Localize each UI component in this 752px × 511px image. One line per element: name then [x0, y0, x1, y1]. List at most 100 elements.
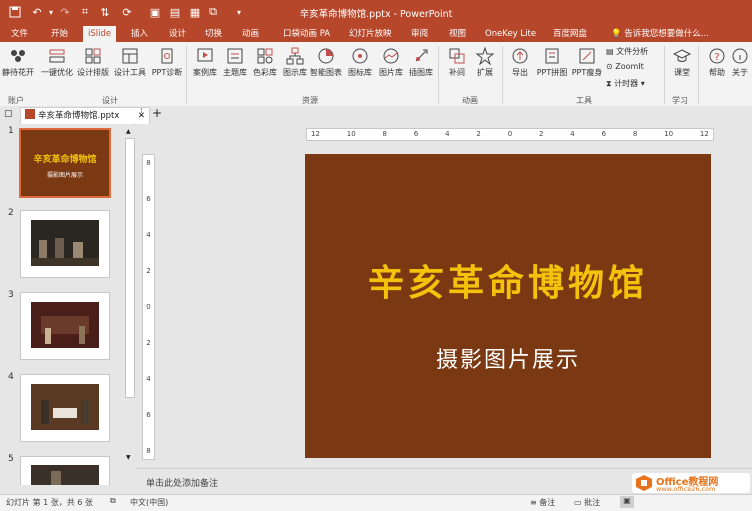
thumbnail-slide-4[interactable]	[20, 374, 110, 442]
thumbnail-number: 2	[8, 208, 14, 218]
ruler-tick: 8	[632, 130, 638, 138]
tween-icon	[449, 48, 465, 64]
ruler-tick: 4	[570, 130, 575, 138]
ruler-tick: 10	[664, 130, 674, 138]
ruler-tick: 4	[146, 375, 151, 383]
tab-baidu[interactable]: 百度网盘	[548, 26, 592, 42]
lightbulb-icon: 💡	[611, 29, 622, 39]
timer-item[interactable]: ⧗ 计时器 ▾	[606, 78, 645, 89]
about-button[interactable]: 关于	[728, 45, 752, 78]
normal-view-icon[interactable]: ▣	[620, 496, 634, 508]
export-button[interactable]: 导出	[503, 45, 537, 78]
file-analysis-item[interactable]: ▤ 文件分析	[606, 46, 648, 57]
slide-canvas[interactable]: 辛亥革命博物馆 摄影图片展示	[305, 154, 711, 458]
spellcheck-icon[interactable]: ⧉	[110, 496, 116, 506]
theme-library-button[interactable]: 主题库	[218, 45, 252, 78]
one-click-optimize-button[interactable]: 一键优化	[40, 45, 74, 78]
tab-view[interactable]: 视图	[444, 26, 471, 42]
flower-icon	[11, 50, 25, 62]
smart-chart-button[interactable]: 智能图表	[309, 45, 343, 78]
button-label: 静待花开	[2, 68, 34, 77]
ruler-tick: 4	[146, 231, 151, 239]
item-label: ZoomIt	[615, 62, 644, 71]
collage-icon	[545, 48, 559, 64]
tab-design[interactable]: 设计	[164, 26, 191, 42]
diagram-library-button[interactable]: 图示库	[278, 45, 312, 78]
button-label: 设计工具	[114, 68, 146, 77]
ppt-collage-button[interactable]: PPT拼图	[535, 45, 569, 78]
tab-slideshow[interactable]: 幻灯片放映	[344, 26, 397, 42]
image-library-button[interactable]: 图片库	[374, 45, 408, 78]
scroll-up-icon[interactable]: ▲	[126, 128, 131, 135]
museum-photo-image	[31, 465, 99, 485]
window-title: 辛亥革命博物馆.pptx - PowerPoint	[299, 9, 453, 20]
new-document-icon[interactable]: ▢	[4, 109, 13, 119]
slide-title[interactable]: 辛亥革命博物馆	[305, 254, 711, 306]
design-layout-button[interactable]: 设计排版	[76, 45, 110, 78]
comment-icon: ▭	[574, 498, 582, 507]
tab-animations[interactable]: 动画	[237, 26, 264, 42]
ruler-tick: 2	[146, 267, 151, 275]
group-divider	[698, 46, 699, 104]
button-label: 图标库	[348, 68, 372, 77]
diagnosis-icon	[161, 48, 173, 64]
button-label: 主题库	[223, 68, 247, 77]
thumbnail-slide-2[interactable]	[20, 210, 110, 278]
slide-count: 幻灯片 第 1 张，共 6 张	[6, 498, 93, 507]
zoomit-item[interactable]: ⊙ ZoomIt	[606, 62, 644, 71]
design-tools-button[interactable]: 设计工具	[113, 45, 147, 78]
tell-me-box[interactable]: 💡 告诉我您想要做什么...	[606, 26, 714, 42]
ppt-slim-button[interactable]: PPT瘦身	[570, 45, 604, 78]
watermark-logo: Office教程网 www.office26.com	[632, 473, 750, 493]
thumbnail-slide-1[interactable]: 辛亥革命博物馆 摄影图片展示	[19, 128, 111, 198]
tab-pocket-animation[interactable]: 口袋动画 PA	[278, 26, 335, 42]
button-label: 导出	[512, 68, 528, 77]
tab-insert[interactable]: 插入	[126, 26, 153, 42]
ruler-tick: 10	[346, 130, 356, 138]
thumbnail-subtitle: 摄影图片展示	[46, 172, 83, 179]
thumbnail-number: 4	[8, 372, 14, 382]
thumbnail-slide-3[interactable]	[20, 292, 110, 360]
document-tab-label: 辛亥革命博物馆.pptx	[38, 111, 120, 121]
icon-library-button[interactable]: 图标库	[343, 45, 377, 78]
button-label: 关于	[732, 68, 748, 77]
group-label-tools: 工具	[576, 96, 592, 105]
scroll-thumb[interactable]	[125, 138, 135, 398]
slide-subtitle[interactable]: 摄影图片展示	[305, 342, 711, 374]
ruler-tick: 2	[146, 339, 151, 347]
document-tab[interactable]: 辛亥革命博物馆.pptx ✕	[20, 107, 150, 124]
icon-library-icon	[352, 48, 368, 64]
color-library-button[interactable]: 色彩库	[248, 45, 282, 78]
tab-onekey[interactable]: OneKey Lite	[480, 26, 541, 42]
classroom-button[interactable]: 课堂	[665, 45, 699, 78]
pie-chart-icon	[318, 48, 334, 64]
layout-grid-icon	[85, 48, 101, 64]
title-bar: ↶ ▾ ↷ ⌗ ⇅ ⟳ ▣ ▤ ▦ ⧉ ▾ 辛亥革命博物馆.pptx - Pow…	[0, 0, 752, 24]
language-indicator[interactable]: 中文(中国)	[130, 497, 168, 508]
group-label-animation: 动画	[462, 96, 478, 105]
illustration-library-button[interactable]: 插图库	[404, 45, 438, 78]
svg-text:?: ?	[714, 52, 719, 63]
image-library-icon	[383, 48, 399, 64]
tab-home[interactable]: 开始	[46, 26, 73, 42]
button-label: 一键优化	[41, 68, 73, 77]
jingdai-huakai-button[interactable]: 静待花开	[1, 45, 35, 78]
notes-pane[interactable]: 单击此处添加备注 Office教程网 www.office26.com	[136, 468, 752, 495]
scroll-down-icon[interactable]: ▼	[126, 454, 131, 461]
thumbnail-scrollbar[interactable]: ▲ ▼	[124, 126, 135, 466]
comments-toggle[interactable]: ▭ 批注	[574, 497, 600, 508]
tab-list-icon[interactable]: ⋮	[137, 108, 146, 118]
tab-transitions[interactable]: 切换	[200, 26, 227, 42]
button-label: 色彩库	[253, 68, 277, 77]
thumbnail-number: 3	[8, 290, 14, 300]
tab-islide[interactable]: iSlide	[83, 26, 117, 42]
thumbnail-slide-5[interactable]	[20, 456, 110, 485]
tab-review[interactable]: 审阅	[406, 26, 433, 42]
button-label: PPT拼图	[536, 68, 568, 77]
case-library-button[interactable]: 案例库	[188, 45, 222, 78]
tab-file[interactable]: 文件	[6, 26, 33, 42]
add-tab-icon[interactable]: +	[152, 106, 162, 120]
ppt-diagnosis-button[interactable]: PPT诊断	[150, 45, 184, 78]
extend-button[interactable]: 扩展	[468, 45, 502, 78]
notes-toggle[interactable]: ≡ 备注	[530, 497, 555, 508]
